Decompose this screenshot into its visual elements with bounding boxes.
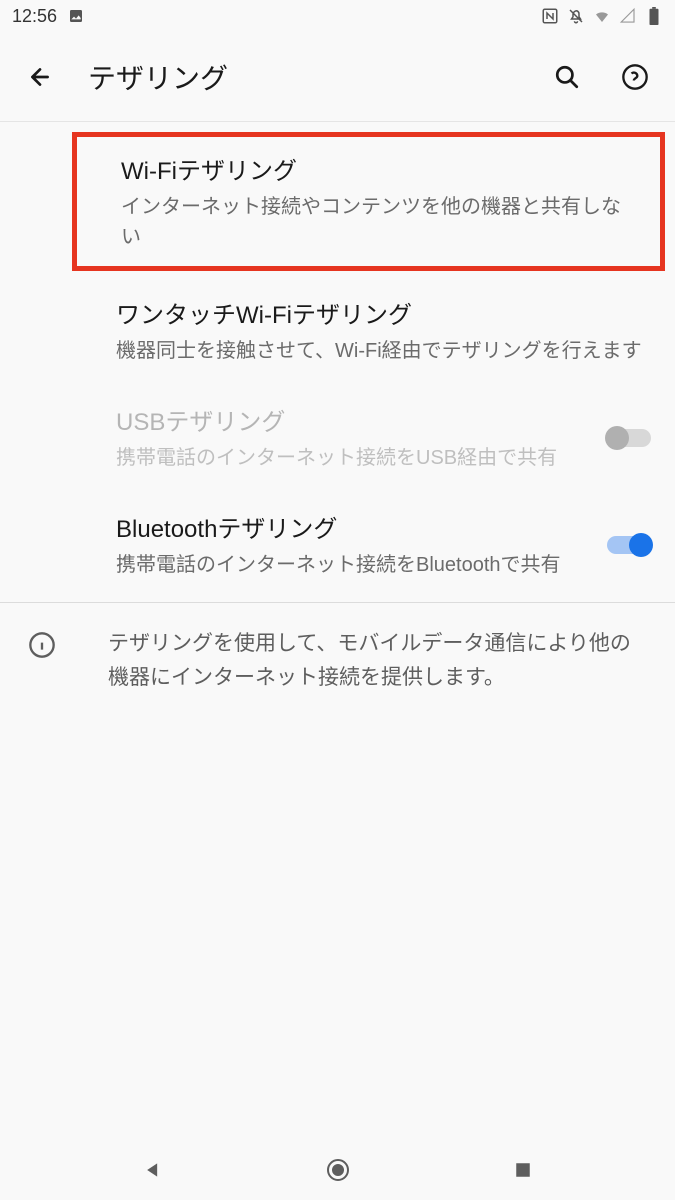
wifi-tethering-item[interactable]: Wi-Fiテザリング インターネット接続やコンテンツを他の機器と共有しない [72,132,665,271]
status-bar: 12:56 [0,0,675,32]
mute-icon [567,7,585,25]
nav-recent-button[interactable] [507,1154,539,1186]
item-desc: 携帯電話のインターネット接続をUSB経由で共有 [116,443,595,473]
info-icon [28,631,56,659]
help-button[interactable] [615,57,655,97]
usb-tethering-item: USBテザリング 携帯電話のインターネット接続をUSB経由で共有 [0,384,675,491]
status-time: 12:56 [12,6,57,27]
nav-home-button[interactable] [322,1154,354,1186]
bluetooth-tethering-item[interactable]: Bluetoothテザリング 携帯電話のインターネット接続をBluetoothで… [0,491,675,598]
item-title: Wi-Fiテザリング [121,151,640,186]
nfc-icon [541,7,559,25]
navigation-bar [0,1140,675,1200]
item-desc: 機器同士を接触させて、Wi-Fi経由でテザリングを行えます [116,336,651,366]
app-bar: テザリング [0,32,675,122]
wifi-icon [593,7,611,25]
back-button[interactable] [20,57,60,97]
info-section: テザリングを使用して、モバイルデータ通信により他の機器にインターネット接続を提供… [0,607,675,714]
usb-tethering-switch [607,428,651,448]
signal-icon [619,7,637,25]
onetouch-wifi-tethering-item[interactable]: ワンタッチWi-Fiテザリング 機器同士を接触させて、Wi-Fi経由でテザリング… [0,277,675,384]
settings-list: Wi-Fiテザリング インターネット接続やコンテンツを他の機器と共有しない ワン… [0,132,675,714]
item-desc: 携帯電話のインターネット接続をBluetoothで共有 [116,550,595,580]
item-title: ワンタッチWi-Fiテザリング [116,295,651,330]
item-title: Bluetoothテザリング [116,509,595,544]
battery-icon [645,7,663,25]
divider [0,602,675,603]
info-text: テザリングを使用して、モバイルデータ通信により他の機器にインターネット接続を提供… [108,627,651,694]
item-title: USBテザリング [116,402,595,437]
bluetooth-tethering-switch[interactable] [607,535,651,555]
nav-back-button[interactable] [137,1154,169,1186]
image-icon [67,7,85,25]
item-desc: インターネット接続やコンテンツを他の機器と共有しない [121,192,640,252]
page-title: テザリング [88,57,519,97]
search-button[interactable] [547,57,587,97]
